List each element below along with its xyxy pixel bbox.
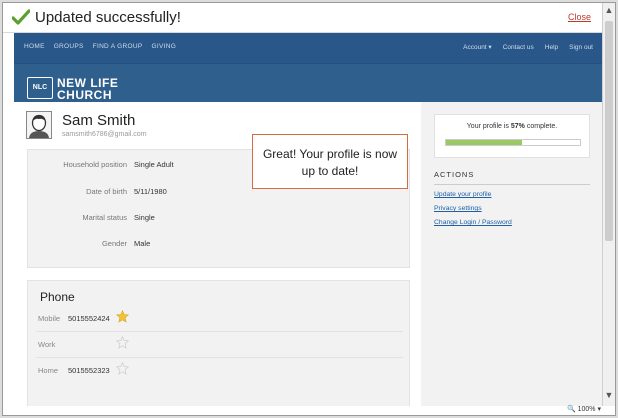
zoom-indicator[interactable]: 🔍 100% ▾ xyxy=(567,405,601,413)
sidebar: Your profile is 57% complete. ACTIONS Up… xyxy=(421,102,603,406)
primary-star-icon[interactable] xyxy=(116,310,129,323)
zoom-icon: 🔍 xyxy=(566,406,576,413)
phone-number: 5015552424 xyxy=(68,314,110,323)
avatar xyxy=(26,111,52,139)
scrollbar-thumb[interactable] xyxy=(605,21,613,241)
star-outline-icon[interactable] xyxy=(116,336,129,349)
completion-suffix: complete. xyxy=(524,123,558,130)
logo-line-2: CHURCH xyxy=(57,88,112,102)
completion-percent: 57% xyxy=(510,123,525,130)
detail-value: Single Adult xyxy=(134,160,174,169)
success-callout: Great! Your profile is now up to date! xyxy=(252,134,408,189)
nav-sign-out[interactable]: Sign out xyxy=(569,44,593,51)
vertical-scrollbar[interactable]: ▲ ▼ xyxy=(602,3,615,406)
scroll-up-arrow-icon[interactable]: ▲ xyxy=(603,5,615,15)
nav-giving[interactable]: GIVING xyxy=(152,43,177,50)
phone-heading: Phone xyxy=(40,290,75,304)
phone-row: Work xyxy=(36,333,403,358)
phone-label: Mobile xyxy=(38,314,61,323)
star-outline-icon[interactable] xyxy=(116,362,129,375)
detail-label: Gender xyxy=(101,239,127,248)
logo-badge: NLC xyxy=(27,77,53,99)
phone-panel: Phone Mobile 5015552424 Work Home 501555… xyxy=(27,280,410,406)
update-profile-link[interactable]: Update your profile xyxy=(434,191,491,198)
completion-progress-fill xyxy=(446,140,523,145)
change-login-password-link[interactable]: Change Login / Password xyxy=(434,219,512,226)
profile-completion-text: Your profile is 57% complete. xyxy=(435,123,589,130)
phone-number: 5015552323 xyxy=(68,366,110,375)
zoom-level: 100% xyxy=(577,406,596,413)
callout-line-1: Great! Your profile is now xyxy=(262,147,398,161)
nav-account-menu[interactable]: Account ▾ xyxy=(463,44,492,51)
main-content: Sam Smith samsmith6786@gmail.com Househo… xyxy=(14,102,603,406)
profile-email: samsmith6786@gmail.com xyxy=(62,131,147,138)
detail-value: 5/11/1980 xyxy=(134,187,167,196)
detail-label: Date of birth xyxy=(86,187,127,196)
phone-row: Mobile 5015552424 xyxy=(36,307,403,332)
nav-groups[interactable]: GROUPS xyxy=(54,43,84,50)
scroll-down-arrow-icon[interactable]: ▼ xyxy=(603,390,615,400)
profile-completion-box: Your profile is 57% complete. xyxy=(434,114,590,158)
notification-message: Updated successfully! xyxy=(35,9,181,26)
nav-contact-us[interactable]: Contact us xyxy=(503,44,534,51)
completion-prefix: Your profile is xyxy=(466,123,511,130)
top-navigation: HOME GROUPS FIND A GROUP GIVING Account ▾ Co… xyxy=(14,33,603,64)
phone-row: Home 5015552323 xyxy=(36,359,403,383)
zoom-dropdown-icon: ▾ xyxy=(597,406,601,413)
phone-label: Home xyxy=(38,366,59,375)
nav-home[interactable]: HOME xyxy=(24,43,45,50)
profile-name: Sam Smith xyxy=(62,112,136,129)
profile-column: Sam Smith samsmith6786@gmail.com Househo… xyxy=(14,102,414,406)
phone-label: Work xyxy=(38,340,56,349)
detail-value: Male xyxy=(134,239,151,248)
church-page: HOME GROUPS FIND A GROUP GIVING Account ▾ Co… xyxy=(14,33,603,406)
church-logo[interactable]: NLC NEW LIFE CHURCH xyxy=(27,76,147,103)
privacy-settings-link[interactable]: Privacy settings xyxy=(434,205,482,212)
detail-label: Marital status xyxy=(82,213,127,222)
callout-line-2: up to date! xyxy=(301,164,359,178)
detail-label: Household position xyxy=(63,160,127,169)
nav-find-a-group[interactable]: FIND A GROUP xyxy=(93,43,143,50)
checkmark-icon xyxy=(12,9,30,25)
actions-heading: ACTIONS xyxy=(434,170,590,185)
close-notification-link[interactable]: Close xyxy=(568,12,591,22)
nav-help[interactable]: Help xyxy=(545,44,558,51)
detail-value: Single xyxy=(134,213,155,222)
browser-window: Updated successfully! Close HOME GROUPS FI… xyxy=(2,2,616,416)
completion-progress-bar xyxy=(445,139,581,146)
notification-bar: Updated successfully! Close xyxy=(3,3,603,33)
user-silhouette-icon xyxy=(29,114,49,138)
